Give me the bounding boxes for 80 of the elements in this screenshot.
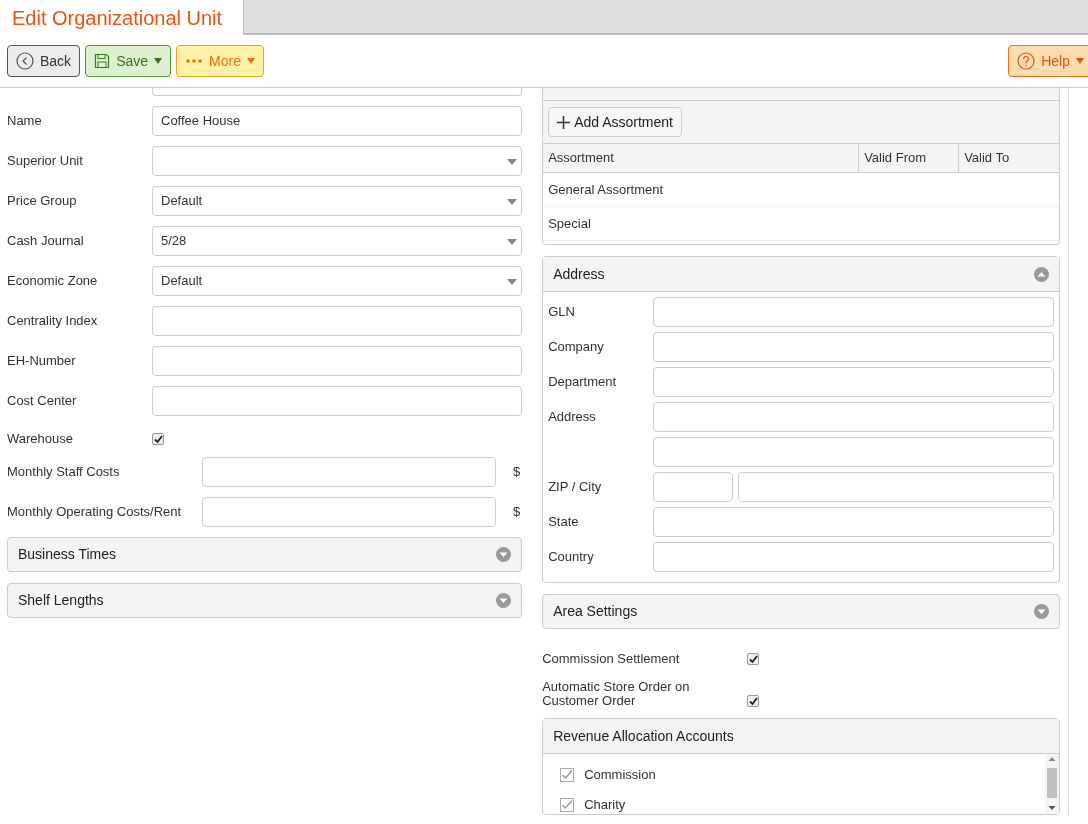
field-label: Warehouse [7,430,74,449]
field-label: EH-Number [7,352,77,371]
input-field[interactable] [738,472,1055,502]
dropdown[interactable]: Default [152,266,523,296]
help-icon [1017,52,1036,70]
checked-checkbox[interactable] [747,695,760,707]
panel-title: Area Settings [553,602,638,621]
field-label: Monthly Staff Costs [7,463,121,482]
back-button[interactable]: Back [7,45,81,77]
account-label: Charity [584,796,626,815]
page-title: Edit Organizational Unit [12,5,223,31]
field-label: Cash Journal [7,232,85,251]
dropdown-caret-icon [507,239,518,245]
field-label: State [548,513,580,532]
dropdown-caret-icon [507,199,518,205]
add-assortment-button[interactable]: Add Assortment [548,107,682,137]
field-label: Economic Zone [7,272,99,291]
input-field[interactable] [653,297,1055,327]
account-label: Commission [584,766,656,785]
input-field[interactable] [653,472,734,502]
scrollbar[interactable] [1045,754,1060,814]
field-label: Monthly Operating Costs/Rent [7,503,183,522]
panel-title: Revenue Allocation Accounts [553,726,734,746]
dropdown[interactable] [152,146,523,176]
dropdown-caret-icon [507,159,518,165]
input-field[interactable] [653,332,1055,362]
input-field[interactable] [152,386,523,416]
field-label: Company [548,338,605,357]
currency-symbol: $ [512,463,521,482]
field-label: Name [7,112,43,131]
checked-checkbox[interactable] [560,798,575,812]
field-label: Country [548,548,595,567]
field-label: Department [548,373,618,392]
panel-header[interactable]: Area Settings [542,594,1061,629]
panel-header[interactable]: Shelf Lengths [7,583,523,618]
panel-title: Shelf Lengths [18,591,104,610]
column-header[interactable]: Valid To [958,144,1060,172]
field-label: GLN [548,303,576,322]
input-field[interactable] [202,497,496,527]
dropdown[interactable]: Default [152,186,523,216]
field-label: ZIP / City [548,478,603,497]
checked-checkbox[interactable] [560,768,575,782]
panel-header[interactable]: Address [543,257,1060,292]
column-header[interactable]: Valid From [858,144,959,172]
option-label: Automatic Store Order on Customer Order [542,680,691,708]
panel-title: Address [553,264,605,284]
input-field[interactable] [202,457,496,487]
expand-icon[interactable] [1034,604,1050,619]
expand-icon[interactable] [496,547,512,562]
checked-checkbox[interactable] [152,433,164,445]
currency-symbol: $ [512,503,521,522]
dropdown-caret-icon [507,279,518,285]
field-label: Centrality Index [7,312,99,331]
panel-title: Business Times [18,545,117,564]
input-field[interactable] [653,437,1055,467]
expand-icon[interactable] [496,593,512,608]
save-button[interactable]: Save [85,45,172,77]
plus-icon [557,115,571,129]
panel-header[interactable]: Business Times [7,537,523,572]
collapse-icon[interactable] [1034,266,1050,282]
input-field[interactable] [152,306,523,336]
field-label: Cost Center [7,392,78,411]
input-field[interactable] [653,542,1055,572]
dropdown[interactable]: 5/28 [152,226,523,256]
field-label: Superior Unit [7,152,84,171]
input-field[interactable] [653,367,1055,397]
input-field[interactable] [152,346,523,376]
ellipsis-icon [185,58,204,64]
checked-checkbox[interactable] [747,653,760,665]
input-field[interactable] [653,402,1055,432]
option-label: Commission Settlement [542,652,681,666]
table-cell-text: General Assortment [547,180,665,199]
field-label: Address [548,408,597,427]
table-cell-text: Special [547,214,592,233]
input-field[interactable] [152,88,523,96]
column-header[interactable]: Assortment [543,144,859,172]
back-circle-icon [16,52,34,70]
input-field[interactable] [653,507,1055,537]
field-label: Price Group [7,192,78,211]
input-field[interactable]: Coffee House [152,106,523,136]
